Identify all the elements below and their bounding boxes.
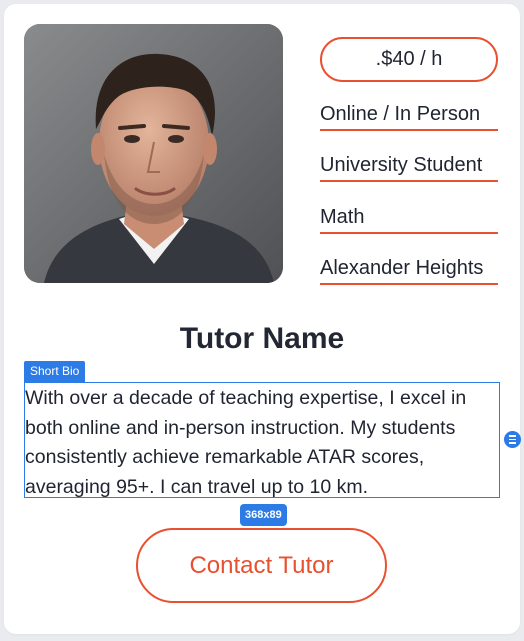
teaching-mode: Online / In Person [320, 103, 498, 131]
location: Alexander Heights [320, 257, 498, 285]
subject: Math [320, 206, 498, 234]
element-label-tag[interactable]: Short Bio [24, 361, 86, 382]
resize-handle-icon[interactable] [504, 431, 521, 448]
tutor-card: .$40 / h Online / In Person University S… [4, 4, 521, 634]
short-bio-text[interactable]: With over a decade of teaching expertise… [24, 382, 500, 498]
tutor-photo [24, 24, 283, 283]
portrait-image [24, 24, 283, 283]
tutor-name: Tutor Name [179, 322, 345, 355]
dimension-badge: 368x89 [240, 504, 287, 526]
hourly-rate: .$40 / h [320, 37, 498, 82]
contact-tutor-button[interactable]: Contact Tutor [136, 528, 387, 603]
education-level: University Student [320, 154, 498, 182]
